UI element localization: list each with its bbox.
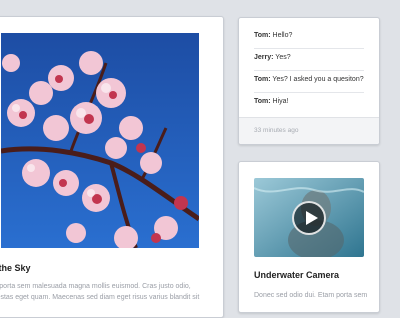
chat-message: Tom: Hiya!	[254, 98, 364, 105]
chat-message: Tom: Yes? I asked you a quesiton?	[254, 76, 364, 83]
chat-text: Hiya!	[270, 98, 289, 105]
cherry-blossom-photo	[1, 33, 199, 248]
article-card: ps in the Sky Etam porta sem malesuada m…	[0, 16, 224, 318]
divider	[254, 92, 364, 93]
video-thumbnail[interactable]	[254, 178, 364, 257]
divider	[254, 70, 364, 71]
article-excerpt-line: n, egestas eget quam. Maecenas sed diam …	[0, 294, 200, 301]
chat-text: Yes? I asked you a quesiton?	[270, 76, 364, 83]
chat-message: Tom: Hello?	[254, 32, 364, 39]
chat-sender: Tom:	[254, 32, 271, 39]
chat-sender: Tom:	[254, 76, 271, 83]
chat-sender: Jerry:	[254, 54, 274, 61]
divider	[254, 48, 364, 49]
play-icon[interactable]	[292, 200, 326, 235]
chat-timestamp: 33 minutes ago	[254, 127, 299, 134]
chat-text: Hello?	[270, 32, 293, 39]
chat-sender: Tom:	[254, 98, 271, 105]
article-excerpt-line: Etam porta sem malesuada magna mollis eu…	[0, 283, 191, 290]
chat-text: Yes?	[273, 54, 291, 61]
video-description: Donec sed odio dui. Etam porta sem	[254, 292, 368, 299]
chat-footer: 33 minutes ago	[239, 117, 379, 144]
chat-card: Tom: Hello? Jerry: Yes? Tom: Yes? I aske…	[238, 17, 380, 145]
video-card: Underwater Camera Donec sed odio dui. Et…	[238, 161, 380, 313]
article-title[interactable]: ps in the Sky	[0, 263, 31, 273]
chat-message: Jerry: Yes?	[254, 54, 364, 61]
video-title[interactable]: Underwater Camera	[254, 270, 339, 280]
